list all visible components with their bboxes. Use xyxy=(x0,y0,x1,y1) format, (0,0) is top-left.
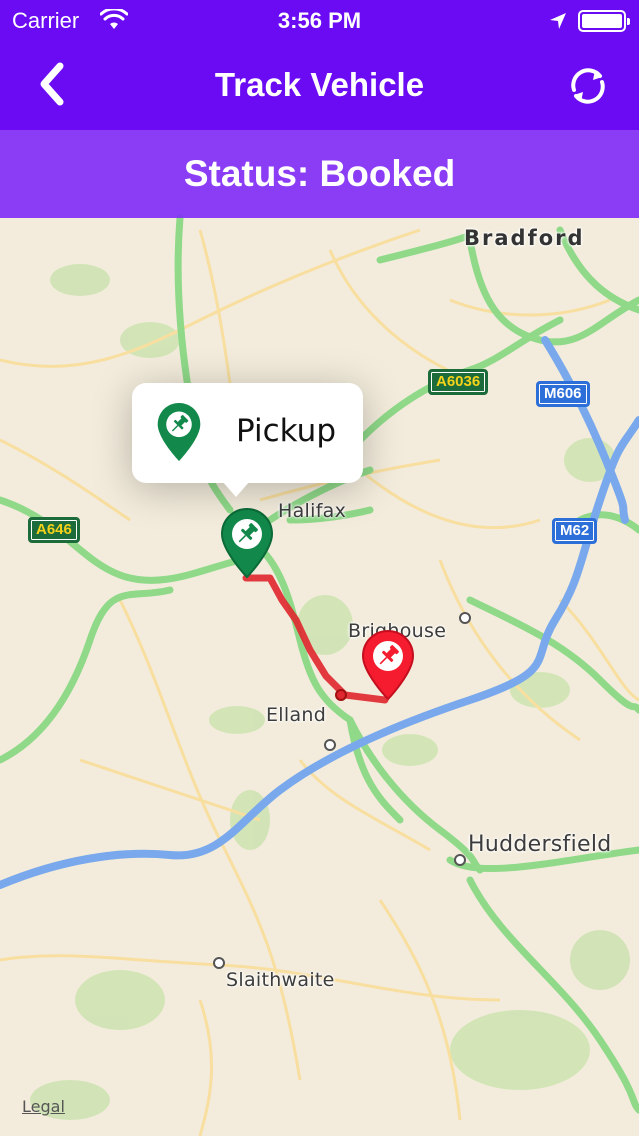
legal-link[interactable]: Legal xyxy=(22,1097,65,1116)
place-label-bradford: Bradford xyxy=(464,226,585,250)
refresh-button[interactable] xyxy=(562,62,614,110)
road-shield-a646: A646 xyxy=(28,517,80,543)
clock: 3:56 PM xyxy=(277,8,362,33)
place-label-halifax: Halifax xyxy=(278,500,347,522)
place-label-slaithwaite: Slaithwaite xyxy=(226,969,335,991)
callout-label: Pickup xyxy=(236,413,336,449)
callout-arrow xyxy=(222,481,250,497)
page-title: Track Vehicle xyxy=(214,66,425,103)
road-shield-a6036: A6036 xyxy=(428,369,489,395)
location-arrow-icon xyxy=(548,11,568,36)
refresh-icon xyxy=(571,68,605,104)
status-banner: Status: Booked xyxy=(0,130,639,218)
status-bar: Carrier 3:56 PM xyxy=(0,0,639,42)
place-label-elland: Elland xyxy=(266,704,327,726)
road-shield-m62: M62 xyxy=(552,518,598,544)
battery-icon xyxy=(578,10,630,32)
place-label-huddersfield: Huddersfield xyxy=(468,832,612,857)
nav-bar: Track Vehicle xyxy=(0,42,639,130)
road-shield-m606: M606 xyxy=(536,381,590,407)
pickup-callout[interactable]: Pickup xyxy=(132,383,363,497)
